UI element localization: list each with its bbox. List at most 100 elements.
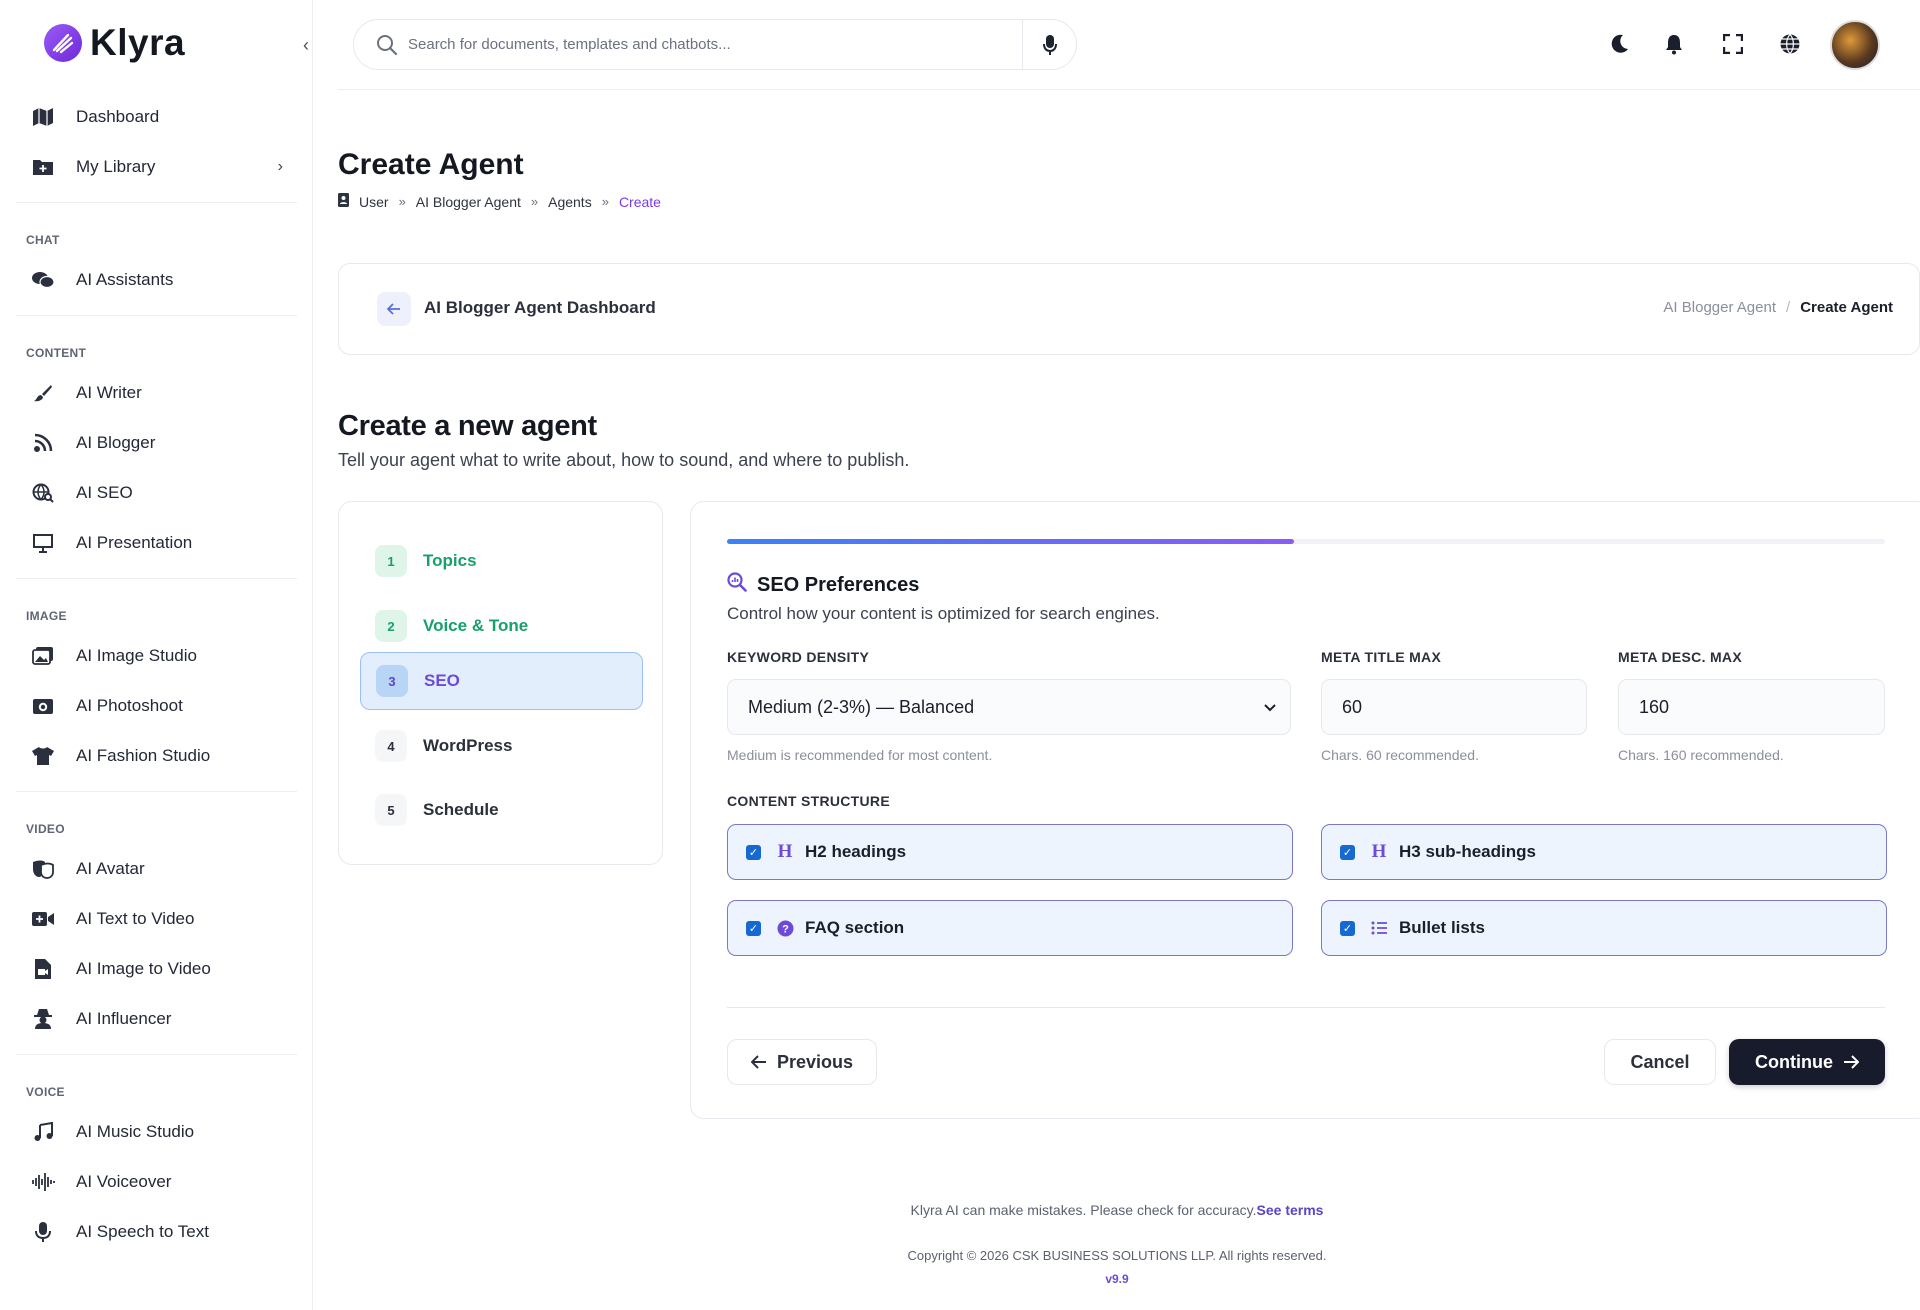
waveform-icon: [30, 1171, 56, 1193]
step-voice-tone[interactable]: 2 Voice & Tone: [360, 597, 643, 655]
microphone-icon: [30, 1221, 56, 1243]
svg-text:?: ?: [782, 923, 789, 935]
search-input[interactable]: [408, 36, 1022, 53]
h3-subheadings-option[interactable]: ✓ H H3 sub-headings: [1321, 824, 1887, 880]
sidebar-item-ai-avatar[interactable]: AI Avatar: [0, 844, 312, 894]
footer-disclaimer: Klyra AI can make mistakes. Please check…: [0, 1202, 1920, 1218]
step-number: 5: [375, 794, 407, 826]
heading-icon: H: [1371, 841, 1387, 862]
continue-button[interactable]: Continue: [1729, 1039, 1885, 1085]
cancel-button[interactable]: Cancel: [1604, 1039, 1716, 1085]
sidebar-item-label: AI Avatar: [76, 859, 145, 878]
previous-button[interactable]: Previous: [727, 1039, 877, 1085]
sidebar-item-my-library[interactable]: My Library ›: [0, 142, 312, 192]
breadcrumb-link[interactable]: Agents: [548, 194, 592, 210]
h2-headings-option[interactable]: ✓ H H2 headings: [727, 824, 1293, 880]
continue-button-label: Continue: [1755, 1051, 1833, 1072]
disclaimer-text: Klyra AI can make mistakes. Please check…: [910, 1202, 1257, 1218]
step-number: 4: [375, 730, 407, 762]
step-number: 2: [375, 610, 407, 642]
sidebar-item-dashboard[interactable]: Dashboard: [0, 92, 312, 142]
meta-title-max-hint: Chars. 60 recommended.: [1321, 747, 1479, 763]
language-button[interactable]: [1774, 28, 1806, 60]
breadcrumb-link[interactable]: AI Blogger Agent: [1663, 299, 1776, 316]
breadcrumb-link[interactable]: AI Blogger Agent: [416, 194, 521, 210]
sidebar-item-ai-text-to-video[interactable]: AI Text to Video: [0, 894, 312, 944]
brand-logo[interactable]: Klyra: [44, 22, 185, 64]
step-seo[interactable]: 3 SEO: [360, 652, 643, 710]
folder-plus-icon: [30, 156, 56, 178]
question-circle-icon: ?: [775, 920, 795, 937]
meta-desc-max-label: META DESC. MAX: [1618, 649, 1742, 665]
back-button[interactable]: [377, 292, 411, 326]
checkbox-checked[interactable]: ✓: [1340, 920, 1355, 936]
step-label: SEO: [424, 671, 460, 690]
option-label: H3 sub-headings: [1399, 842, 1536, 861]
faq-section-option[interactable]: ✓ ? FAQ section: [727, 900, 1293, 956]
checkbox-checked[interactable]: ✓: [746, 844, 761, 860]
form-title-text: SEO Preferences: [757, 573, 920, 596]
dark-mode-toggle[interactable]: [1603, 28, 1635, 60]
chat-bubbles-icon: [30, 269, 56, 291]
sidebar-item-ai-influencer[interactable]: AI Influencer: [0, 994, 312, 1044]
sidebar-item-ai-fashion-studio[interactable]: AI Fashion Studio: [0, 731, 312, 781]
microphone-icon: [1042, 34, 1057, 55]
step-schedule[interactable]: 5 Schedule: [360, 781, 643, 839]
sidebar-item-ai-assistants[interactable]: AI Assistants: [0, 255, 312, 305]
checkbox-checked[interactable]: ✓: [1340, 844, 1355, 860]
sidebar-item-ai-photoshoot[interactable]: AI Photoshoot: [0, 681, 312, 731]
section-title-image: IMAGE: [26, 609, 67, 623]
sidebar-item-ai-music-studio[interactable]: AI Music Studio: [0, 1107, 312, 1157]
sidebar-item-ai-blogger[interactable]: AI Blogger: [0, 418, 312, 468]
masks-icon: [30, 858, 56, 880]
page-title: Create Agent: [338, 148, 524, 181]
bullet-lists-option[interactable]: ✓ Bullet lists: [1321, 900, 1887, 956]
arrow-left-icon: [387, 303, 400, 315]
sidebar-item-ai-writer[interactable]: AI Writer: [0, 368, 312, 418]
divider: [16, 1054, 297, 1055]
divider: [16, 315, 297, 316]
checkbox-checked[interactable]: ✓: [746, 920, 761, 936]
dashboard-title: AI Blogger Agent Dashboard: [424, 298, 656, 317]
user-avatar[interactable]: [1830, 20, 1880, 70]
user-secret-icon: [30, 1008, 56, 1030]
sidebar-item-ai-image-studio[interactable]: AI Image Studio: [0, 631, 312, 681]
breadcrumb-link[interactable]: User: [359, 194, 389, 210]
sidebar-item-label: AI Music Studio: [76, 1122, 195, 1141]
step-label: Schedule: [423, 800, 499, 819]
user-badge-icon: [338, 193, 349, 210]
notifications-button[interactable]: [1658, 28, 1690, 60]
meta-desc-max-input[interactable]: 160: [1618, 679, 1885, 735]
meta-title-max-value: 60: [1342, 696, 1363, 717]
previous-button-label: Previous: [776, 1051, 854, 1072]
globe-icon: [1780, 34, 1800, 54]
footer-version: v9.9: [1105, 1272, 1129, 1286]
section-subtitle: Tell your agent what to write about, how…: [338, 450, 910, 470]
sidebar-item-ai-voiceover[interactable]: AI Voiceover: [0, 1157, 312, 1207]
section-title-content: CONTENT: [26, 346, 87, 360]
content-structure-label: CONTENT STRUCTURE: [727, 793, 890, 809]
sidebar-item-label: Dashboard: [76, 107, 160, 126]
sidebar-item-ai-presentation[interactable]: AI Presentation: [0, 518, 312, 568]
wizard-steps: 1 Topics 2 Voice & Tone 3 SEO 4 WordPres…: [338, 501, 663, 865]
cancel-button-label: Cancel: [1630, 1051, 1690, 1072]
keyword-density-select[interactable]: Medium (2-3%) — Balanced: [727, 679, 1291, 735]
search-bar: [353, 19, 1077, 70]
camera-icon: [30, 695, 56, 717]
meta-desc-max-value: 160: [1639, 696, 1670, 717]
images-icon: [30, 645, 56, 667]
meta-desc-max-hint: Chars. 160 recommended.: [1618, 747, 1784, 763]
seo-form-panel: SEO Preferences Control how your content…: [690, 501, 1920, 1119]
sidebar-item-ai-seo[interactable]: AI SEO: [0, 468, 312, 518]
voice-search-button[interactable]: [1022, 20, 1076, 69]
step-topics[interactable]: 1 Topics: [360, 532, 643, 590]
sidebar-item-label: AI Voiceover: [76, 1172, 172, 1191]
meta-title-max-input[interactable]: 60: [1321, 679, 1587, 735]
fullscreen-button[interactable]: [1717, 28, 1749, 60]
sidebar-item-ai-image-to-video[interactable]: AI Image to Video: [0, 944, 312, 994]
collapse-sidebar-icon[interactable]: ‹: [296, 33, 312, 57]
see-terms-link[interactable]: See terms: [1257, 1202, 1324, 1218]
sidebar: Klyra ‹ Dashboard My Library › CHAT AI A…: [0, 0, 313, 1310]
step-label: WordPress: [423, 736, 513, 755]
step-wordpress[interactable]: 4 WordPress: [360, 717, 643, 775]
